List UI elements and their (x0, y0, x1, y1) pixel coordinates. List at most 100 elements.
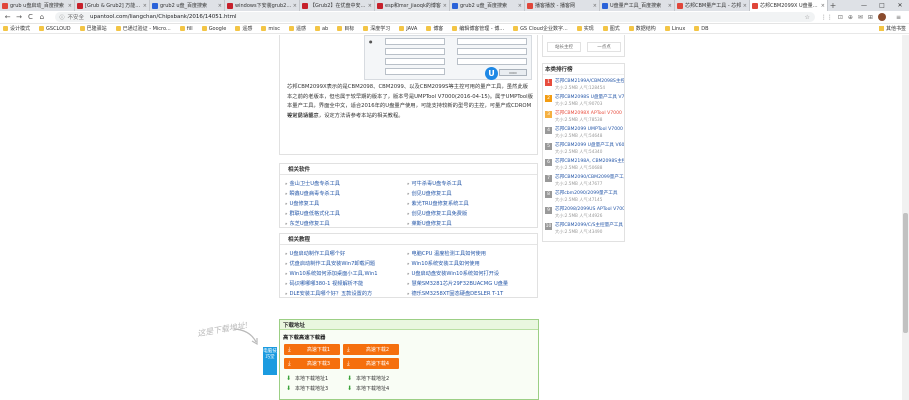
related-link[interactable]: » 优盘启动制作工具安装Win7卸载问题 (285, 258, 407, 268)
browser-tab[interactable]: esp和msr_jiaoqk的博客 × (375, 0, 450, 11)
local-download-link-1[interactable]: ⬇ 本地下载地址1 (286, 375, 328, 382)
side-badge[interactable]: 电脑技巧堂 (263, 347, 277, 375)
related-link[interactable]: » 德乐SM3258XT固态硬盘DESLER T-1T (407, 288, 529, 298)
related-link[interactable]: » U盘启动制作工具哪个好 (285, 248, 407, 258)
bookmark-item[interactable]: 设计模式 (3, 25, 30, 32)
related-link[interactable]: » 创见U盘修复工具免费版 (407, 208, 529, 218)
bookmark-item[interactable]: 已通过验证 - Micro... (115, 25, 171, 32)
extension-icon[interactable]: ⊡ (838, 14, 843, 21)
related-link[interactable]: » 群联U盘低格式化工具 (285, 208, 407, 218)
address-bar[interactable]: ⓘ 不安全 upantool.com/liangchan/Chipsbank/2… (54, 12, 815, 22)
home-icon[interactable]: ⌂ (37, 12, 46, 22)
browser-tab[interactable]: [Grub & Grub2] 万能引导 × (75, 0, 150, 11)
browser-tab[interactable]: grub u盘启动_百度搜索 × (0, 0, 75, 11)
rank-item[interactable]: 1芯邦CBM2199A/CBM2098S主控量产大小:2.5MB 人气:1284… (545, 78, 624, 93)
mail-icon[interactable]: ✉ (858, 14, 863, 21)
close-window-icon[interactable]: ✕ (891, 0, 909, 11)
minimize-icon[interactable]: — (855, 0, 873, 11)
tab-close-icon[interactable]: × (443, 3, 447, 9)
bookmark-item[interactable]: 巴隆驿站 (79, 25, 107, 32)
browser-tab[interactable]: 芯邦CBM量产工具 - 芯邦 × (675, 0, 750, 11)
rank-item[interactable]: 7 芯邦CBM2090/CBM2099量产工具 大小:2.5MB 人气:47677 (545, 174, 624, 189)
bookmark-item[interactable]: DB (694, 26, 709, 32)
high-speed-download-button-4[interactable]: ⤓ 高速下载4 (343, 358, 399, 369)
rank-item[interactable]: 9 芯邦2098/2099US APTool V700 大小:2.5MB 人气:44… (545, 206, 624, 221)
related-link[interactable]: » U盘启动盘安装Win10系统如何打开设 (407, 268, 529, 278)
bookmark-item[interactable]: fill (179, 26, 193, 32)
browser-tab[interactable]: windows下安装grub2_百 × (225, 0, 300, 11)
related-link[interactable]: » 慧荣SM3281芯片29F32BUACMG U盘量 (407, 278, 529, 288)
bookmark-item[interactable]: 实现 (576, 25, 594, 32)
browser-tab[interactable]: U盘量产工具_百度搜索 × (600, 0, 675, 11)
related-link[interactable]: » 码识哪哪哪380-1 视频解析不能 (285, 278, 407, 288)
related-link[interactable]: » 金山卫士U盘专杀工具 (285, 178, 407, 188)
related-link[interactable]: » 瞬鑫U盘病毒专杀工具 (285, 188, 407, 198)
related-link[interactable]: » 电脑CPU 温度检测工具如何使用 (407, 248, 529, 258)
bookmark-item[interactable]: 目标 (337, 25, 354, 32)
rank-item[interactable]: 6 芯邦CBM2198A, CBM2098S主控 大小:2.5MB 人气:50688 (545, 158, 624, 173)
reload-icon[interactable]: C (26, 12, 35, 22)
sidebar-button-2[interactable]: 一点点 (587, 42, 621, 52)
bookmark-item[interactable]: 博客 (426, 25, 443, 32)
bookmark-item[interactable]: misc (261, 26, 280, 32)
tab-close-icon[interactable]: × (743, 3, 747, 9)
bookmark-item[interactable]: 编辑博客管理 - 博... (452, 25, 504, 32)
tab-close-icon[interactable]: × (593, 3, 597, 9)
page-scrollbar[interactable] (902, 35, 909, 400)
extension-icon[interactable]: ⊕ (848, 14, 853, 21)
browser-tab[interactable]: grub2 u盘_百度搜索 × (450, 0, 525, 11)
tab-close-icon[interactable]: × (821, 3, 825, 9)
rank-item[interactable]: 3 芯邦CBM2098X APTool V7000 大小:2.5MB 人气:7853… (545, 110, 624, 125)
related-link[interactable]: » U盘修复工具 (285, 198, 407, 208)
browser-tab[interactable]: 【Grub2】在优盘中安装G × (300, 0, 375, 11)
tab-close-icon[interactable]: × (143, 3, 147, 9)
tab-close-icon[interactable]: × (518, 3, 522, 9)
high-speed-download-button-2[interactable]: ⤓ 高速下载2 (343, 344, 399, 355)
rank-item[interactable]: 10 芯邦CBM2099/C/S主控量产工具 大小:2.5MB 人气:43490 (545, 222, 624, 237)
related-link[interactable]: » DLE安装工具哪个好？五款设置的方 (285, 288, 407, 298)
related-link[interactable]: » Win10系统如何添加桌面小工具,Win1 (285, 268, 407, 278)
local-download-link-2[interactable]: ⬇ 本地下载地址2 (347, 375, 389, 382)
local-download-link-4[interactable]: ⬇ 本地下载地址4 (347, 385, 389, 392)
browser-tab[interactable]: 芯邦CBM2099X U盘量产工 × (750, 0, 828, 11)
bookmark-item[interactable]: 遥感 (288, 25, 306, 32)
bookmark-item[interactable]: Google (201, 26, 226, 32)
tab-close-icon[interactable]: × (668, 3, 672, 9)
tab-close-icon[interactable]: × (218, 3, 222, 9)
related-link[interactable]: » 可牛杀毒U盘专杀工具 (407, 178, 529, 188)
related-link[interactable]: » 创见U盘修复工具 (407, 188, 529, 198)
rank-item[interactable]: 5 芯邦CBM2099 U盘量产工具 V6007 大小:2.5MB 人气:54340 (545, 142, 624, 157)
tab-close-icon[interactable]: × (293, 3, 297, 9)
related-link[interactable]: » Win10系统安装工具如何使用 (407, 258, 529, 268)
profile-avatar[interactable] (877, 13, 886, 21)
rank-item[interactable]: 2 芯邦CBM2098S U盘量产工具 V700 大小:2.5MB 人气:90703 (545, 94, 624, 109)
bookmark-item[interactable]: 遥感 (235, 25, 252, 32)
browser-tab[interactable]: grub2 u盘_百度搜索 × (150, 0, 225, 11)
bookmark-item[interactable]: ab (314, 26, 328, 32)
related-link[interactable]: » 东芝U盘修复工具 (285, 218, 407, 228)
forward-arrow-icon[interactable]: → (14, 12, 23, 22)
bookmark-item[interactable]: GS Cloud企业数字... (513, 25, 568, 32)
bookmark-item[interactable]: GSCLOUD (39, 26, 71, 32)
info-icon[interactable]: ⓘ (60, 14, 65, 21)
apps-icon[interactable]: ⋮⋮ (821, 14, 833, 21)
bookmark-star-icon[interactable]: ☆ (804, 14, 809, 21)
local-download-link-3[interactable]: ⬇ 本地下载地址3 (286, 385, 328, 392)
other-bookmarks[interactable]: 其他书签 (878, 25, 906, 32)
bookmark-item[interactable]: JAVA (399, 26, 417, 32)
high-speed-download-button-1[interactable]: ⤓ 高速下载1 (284, 344, 340, 355)
extension-icon[interactable]: ⊞ (868, 14, 873, 21)
back-arrow-icon[interactable]: ← (3, 12, 12, 22)
related-link[interactable]: » 莱斯U盘修复工具 (407, 218, 529, 228)
high-speed-download-button-3[interactable]: ⤓ 高速下载3 (284, 358, 340, 369)
rank-item[interactable]: 4芯邦CBM2099 UMPTool V7000 量产大小:2.5MB 人气:5… (545, 126, 624, 141)
tab-close-icon[interactable]: × (368, 3, 372, 9)
bookmark-item[interactable]: 深度学习 (363, 25, 390, 32)
scrollbar-thumb[interactable] (903, 213, 908, 333)
url-text[interactable]: upantool.com/liangchan/Chipsbank/2016/14… (90, 14, 236, 20)
menu-icon[interactable]: ≡ (896, 14, 901, 21)
sidebar-button-1[interactable]: 站长主控 (547, 42, 581, 52)
new-tab-button[interactable]: + (828, 0, 838, 11)
bookmark-item[interactable]: 数据结构 (628, 25, 656, 32)
rank-item[interactable]: 8 芯邦cbm2090/2099量产工具 大小:2.5MB 人气:47145 (545, 190, 624, 205)
